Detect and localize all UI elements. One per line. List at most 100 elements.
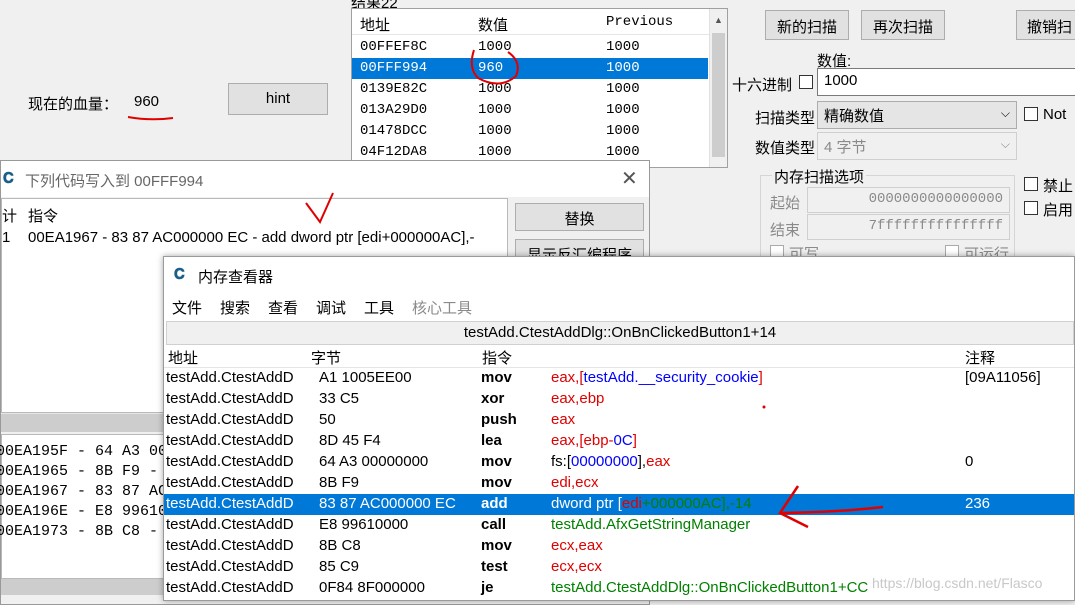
row-mnemonic: xor <box>481 390 505 407</box>
result-previous: 1000 <box>606 123 640 139</box>
col-count: 计 <box>2 208 18 225</box>
menu-view[interactable]: 查看 <box>268 297 298 318</box>
row-operands: eax,[testAdd.__security_cookie] <box>551 369 763 386</box>
writes-title: 下列代码写入到 00FFF994 <box>25 173 204 190</box>
menu-tools[interactable]: 工具 <box>364 297 394 318</box>
end-label: 结束 <box>770 222 801 239</box>
hex-checkbox[interactable] <box>799 75 813 89</box>
disasm-row[interactable]: testAdd.CtestAddD A1 1005EE00 mov eax,[test… <box>164 368 1074 389</box>
scroll-thumb[interactable] <box>712 33 725 157</box>
operand-part: ] <box>632 432 637 449</box>
row-mnemonic: je <box>481 579 494 596</box>
col-instruction[interactable]: 指令 <box>482 347 512 368</box>
row-address: testAdd.CtestAddD <box>166 495 294 512</box>
operand-part: testAdd.AfxGetStringManager <box>551 516 751 533</box>
result-row[interactable]: 0139E82C 1000 1000 <box>352 79 708 100</box>
undo-scan-button[interactable]: 撤销扫 <box>1016 10 1075 40</box>
disasm-row[interactable]: testAdd.CtestAddD 8D 45 F4 lea eax,[ebp-0C] <box>164 431 1074 452</box>
watermark: https://blog.csdn.net/Flasco <box>872 575 1043 591</box>
row-mnemonic: add <box>481 495 508 512</box>
row-mnemonic: mov <box>481 474 512 491</box>
writes-row[interactable]: 1 00EA1967 - 83 87 AC000000 EC - add dwo… <box>2 227 507 249</box>
result-previous: 1000 <box>606 102 640 118</box>
col-previous[interactable]: Previous <box>606 14 673 30</box>
menu-search[interactable]: 搜索 <box>220 297 250 318</box>
new-scan-button[interactable]: 新的扫描 <box>765 10 849 40</box>
row-bytes: 0F84 8F000000 <box>319 579 425 596</box>
result-value: 1000 <box>478 144 512 160</box>
operand-part: dword ptr [ <box>551 495 622 512</box>
row-bytes: 85 C9 <box>319 558 360 575</box>
row-bytes: 8B C8 <box>319 537 361 554</box>
row-address: testAdd.CtestAddD <box>166 432 294 449</box>
disasm-header: 地址 字节 指令 注释 <box>164 346 1074 368</box>
value-type-select[interactable]: 4 字节 ⌵ <box>817 132 1017 160</box>
disasm-row[interactable]: testAdd.CtestAddD 33 C5 xor eax,ebp <box>164 389 1074 410</box>
row-address: testAdd.CtestAddD <box>166 474 294 491</box>
result-address: 0139E82C <box>360 81 428 97</box>
operand-part: eax,[ <box>551 369 584 386</box>
row-address: testAdd.CtestAddD <box>166 453 294 470</box>
result-row[interactable]: 01478DCC 1000 1000 <box>352 121 708 142</box>
disasm-row-selected[interactable]: testAdd.CtestAddD 83 87 AC000000 EC add dwo… <box>164 494 1074 515</box>
row-address: testAdd.CtestAddD <box>166 537 294 554</box>
col-comment[interactable]: 注释 <box>965 347 995 368</box>
result-row-selected[interactable]: 00FFF994 960 1000 <box>352 58 708 79</box>
disable-label: 禁止 <box>1043 178 1074 195</box>
disasm-line: 00EA1973 - 8B C8 - mo <box>0 523 186 540</box>
menu-file[interactable]: 文件 <box>172 297 202 318</box>
memory-viewer-address-bar[interactable]: testAdd.CtestAddDlg::OnBnClickedButton1+… <box>166 321 1074 345</box>
memory-viewer-titlebar[interactable]: 𝐂 内存查看器 <box>164 257 1074 293</box>
start-address-input[interactable]: 0000000000000000 <box>807 187 1010 213</box>
row-operands: testAdd.AfxGetStringManager <box>551 516 750 533</box>
value-input[interactable]: 1000 <box>817 68 1075 96</box>
col-value[interactable]: 数值 <box>478 14 508 35</box>
end-address-input[interactable]: 7fffffffffffffff <box>807 214 1010 240</box>
row-operands: dword ptr [edi+000000AC],-14 <box>551 495 752 512</box>
row-bytes: E8 99610000 <box>319 516 409 533</box>
disasm-row[interactable]: testAdd.CtestAddD 8B F9 mov edi,ecx <box>164 473 1074 494</box>
replace-button[interactable]: 替换 <box>515 203 644 231</box>
result-value: 1000 <box>478 39 512 55</box>
row-mnemonic: push <box>481 411 517 428</box>
disable-checkbox[interactable] <box>1024 177 1038 191</box>
hint-button[interactable]: hint <box>228 83 328 115</box>
operand-part: ] <box>758 369 763 386</box>
value-type-value: 4 字节 <box>824 139 867 156</box>
disasm-scrollbar[interactable] <box>1 414 166 432</box>
enable-checkbox[interactable] <box>1024 201 1038 215</box>
not-checkbox[interactable] <box>1024 107 1038 121</box>
row-mnemonic: lea <box>481 432 502 449</box>
col-address[interactable]: 地址 <box>360 14 390 35</box>
scan-results-list[interactable]: 地址 数值 Previous 00FFEF8C 1000 1000 00FFF9… <box>351 8 728 168</box>
operand-part: edi <box>621 495 642 512</box>
menu-kernel-tools[interactable]: 核心工具 <box>412 297 472 318</box>
disasm-hscrollbar[interactable] <box>1 579 166 595</box>
disasm-row[interactable]: testAdd.CtestAddD 8B C8 mov ecx,eax <box>164 536 1074 557</box>
menu-debug[interactable]: 调试 <box>316 297 346 318</box>
chevron-down-icon: ⌵ <box>1000 137 1010 151</box>
result-row[interactable]: 00FFEF8C 1000 1000 <box>352 37 708 58</box>
col-bytes[interactable]: 字节 <box>311 347 341 368</box>
operand-part: 00000000 <box>571 453 638 470</box>
next-scan-button[interactable]: 再次扫描 <box>861 10 945 40</box>
enable-label: 启用 <box>1043 202 1074 219</box>
result-value: 960 <box>478 60 504 76</box>
operand-part: eax,[ebp- <box>551 432 614 449</box>
row-address: testAdd.CtestAddD <box>166 516 294 533</box>
scan-type-select[interactable]: 精确数值 ⌵ <box>817 101 1017 129</box>
scroll-up-icon[interactable]: ▲ <box>714 15 723 25</box>
row-bytes: A1 1005EE00 <box>319 369 412 386</box>
disasm-row[interactable]: testAdd.CtestAddD E8 99610000 call testAdd.… <box>164 515 1074 536</box>
memory-viewer-title: 内存查看器 <box>198 269 274 286</box>
results-scrollbar[interactable]: ▲ <box>709 9 727 167</box>
row-mnemonic: call <box>481 516 507 533</box>
disasm-row[interactable]: testAdd.CtestAddD 50 push eax <box>164 410 1074 431</box>
writes-titlebar[interactable]: 𝐂 下列代码写入到 00FFF994 ✕ <box>1 161 649 197</box>
result-row[interactable]: 013A29D0 1000 1000 <box>352 100 708 121</box>
close-icon[interactable]: ✕ <box>621 166 638 191</box>
scan-type-value: 精确数值 <box>824 108 885 125</box>
disasm-rows[interactable]: testAdd.CtestAddD A1 1005EE00 mov eax,[test… <box>164 368 1074 602</box>
col-address[interactable]: 地址 <box>168 347 198 368</box>
disasm-row[interactable]: testAdd.CtestAddD 64 A3 00000000 mov fs:[00… <box>164 452 1074 473</box>
